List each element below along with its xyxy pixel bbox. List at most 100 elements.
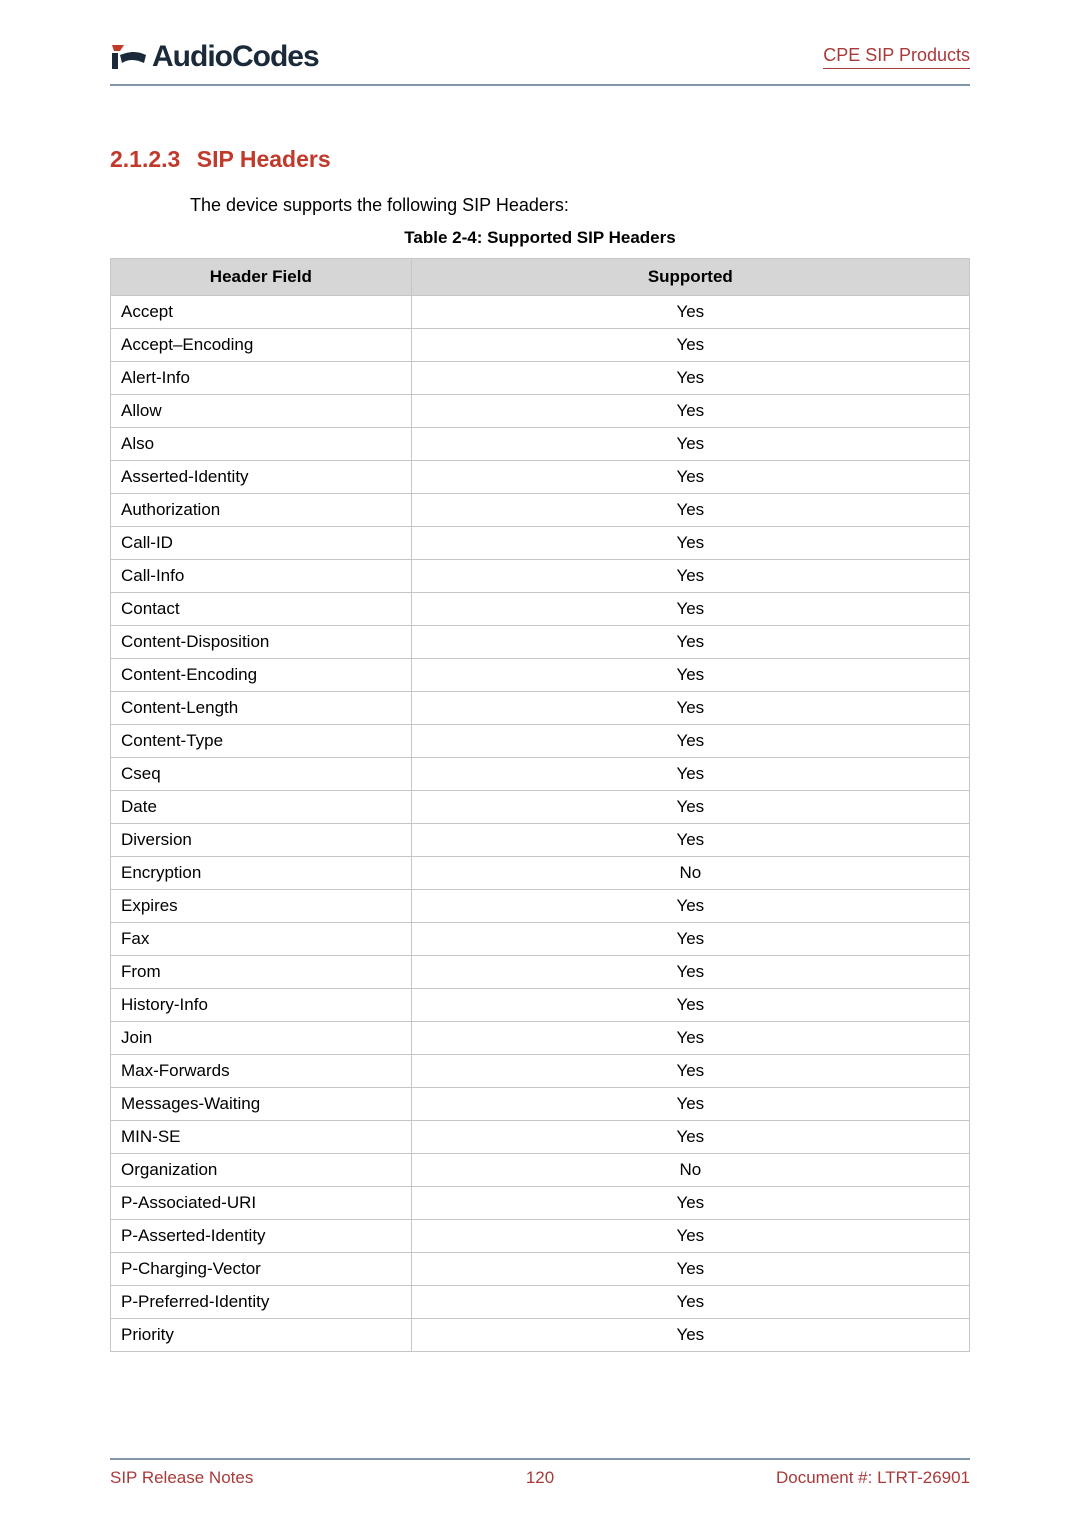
cell-header-field: Join (111, 1022, 412, 1055)
cell-supported: Yes (411, 494, 969, 527)
table-row: P-Associated-URIYes (111, 1187, 970, 1220)
table-row: Call-InfoYes (111, 560, 970, 593)
cell-header-field: Expires (111, 890, 412, 923)
section-number: 2.1.2.3 (110, 146, 180, 173)
table-row: PriorityYes (111, 1319, 970, 1352)
cell-header-field: Alert-Info (111, 362, 412, 395)
footer-left: SIP Release Notes (110, 1468, 397, 1488)
cell-supported: Yes (411, 395, 969, 428)
table-row: Alert-InfoYes (111, 362, 970, 395)
table-caption: Table 2-4: Supported SIP Headers (110, 228, 970, 248)
table-row: P-Preferred-IdentityYes (111, 1286, 970, 1319)
cell-supported: Yes (411, 1220, 969, 1253)
cell-header-field: P-Asserted-Identity (111, 1220, 412, 1253)
cell-supported: Yes (411, 659, 969, 692)
cell-header-field: Content-Length (111, 692, 412, 725)
brand-name: AudioCodes (152, 40, 319, 74)
cell-supported: Yes (411, 758, 969, 791)
table-row: Max-ForwardsYes (111, 1055, 970, 1088)
section-title: SIP Headers (197, 146, 331, 172)
col-header-field: Header Field (111, 259, 412, 296)
footer-page-number: 120 (397, 1468, 684, 1488)
cell-supported: Yes (411, 824, 969, 857)
table-row: ContactYes (111, 593, 970, 626)
table-row: P-Charging-VectorYes (111, 1253, 970, 1286)
sip-headers-table: Header Field Supported AcceptYesAccept–E… (110, 258, 970, 1352)
table-row: Content-EncodingYes (111, 659, 970, 692)
table-row: Accept–EncodingYes (111, 329, 970, 362)
audiocodes-icon (110, 41, 148, 73)
table-row: Content-DispositionYes (111, 626, 970, 659)
cell-header-field: Priority (111, 1319, 412, 1352)
table-row: History-InfoYes (111, 989, 970, 1022)
cell-header-field: Accept (111, 296, 412, 329)
table-row: Content-LengthYes (111, 692, 970, 725)
cell-header-field: From (111, 956, 412, 989)
table-row: Asserted-IdentityYes (111, 461, 970, 494)
page-header: AudioCodes CPE SIP Products (110, 40, 970, 86)
table-header-row: Header Field Supported (111, 259, 970, 296)
table-row: Call-IDYes (111, 527, 970, 560)
table-row: P-Asserted-IdentityYes (111, 1220, 970, 1253)
table-row: FaxYes (111, 923, 970, 956)
cell-header-field: Fax (111, 923, 412, 956)
cell-supported: Yes (411, 1253, 969, 1286)
cell-header-field: Contact (111, 593, 412, 626)
page: AudioCodes CPE SIP Products 2.1.2.3 SIP … (0, 0, 1080, 1528)
col-supported: Supported (411, 259, 969, 296)
table-row: MIN-SEYes (111, 1121, 970, 1154)
cell-header-field: Accept–Encoding (111, 329, 412, 362)
cell-supported: Yes (411, 1121, 969, 1154)
table-row: CseqYes (111, 758, 970, 791)
cell-header-field: Organization (111, 1154, 412, 1187)
table-row: Messages-WaitingYes (111, 1088, 970, 1121)
cell-supported: Yes (411, 1187, 969, 1220)
table-row: OrganizationNo (111, 1154, 970, 1187)
cell-supported: Yes (411, 1286, 969, 1319)
cell-header-field: History-Info (111, 989, 412, 1022)
footer-right: Document #: LTRT-26901 (683, 1468, 970, 1488)
cell-supported: Yes (411, 296, 969, 329)
table-row: EncryptionNo (111, 857, 970, 890)
cell-supported: Yes (411, 791, 969, 824)
cell-header-field: Asserted-Identity (111, 461, 412, 494)
brand-logo: AudioCodes (110, 40, 319, 74)
table-row: DiversionYes (111, 824, 970, 857)
cell-supported: Yes (411, 461, 969, 494)
cell-supported: Yes (411, 989, 969, 1022)
section-intro: The device supports the following SIP He… (190, 195, 970, 216)
cell-header-field: Content-Encoding (111, 659, 412, 692)
header-product-label: CPE SIP Products (823, 45, 970, 69)
cell-supported: Yes (411, 560, 969, 593)
cell-header-field: Messages-Waiting (111, 1088, 412, 1121)
table-row: DateYes (111, 791, 970, 824)
cell-header-field: Date (111, 791, 412, 824)
table-row: AllowYes (111, 395, 970, 428)
cell-supported: Yes (411, 1319, 969, 1352)
page-footer: SIP Release Notes 120 Document #: LTRT-2… (110, 1458, 970, 1488)
cell-header-field: Authorization (111, 494, 412, 527)
cell-header-field: Allow (111, 395, 412, 428)
cell-supported: Yes (411, 1088, 969, 1121)
cell-supported: Yes (411, 1022, 969, 1055)
cell-supported: Yes (411, 1055, 969, 1088)
cell-header-field: Max-Forwards (111, 1055, 412, 1088)
cell-header-field: P-Associated-URI (111, 1187, 412, 1220)
cell-supported: Yes (411, 923, 969, 956)
cell-supported: Yes (411, 329, 969, 362)
section-heading: 2.1.2.3 SIP Headers (110, 146, 970, 173)
cell-supported: Yes (411, 362, 969, 395)
cell-supported: Yes (411, 428, 969, 461)
table-row: ExpiresYes (111, 890, 970, 923)
cell-header-field: Also (111, 428, 412, 461)
cell-header-field: Content-Disposition (111, 626, 412, 659)
table-row: AcceptYes (111, 296, 970, 329)
cell-header-field: Content-Type (111, 725, 412, 758)
table-row: AuthorizationYes (111, 494, 970, 527)
table-row: AlsoYes (111, 428, 970, 461)
cell-header-field: MIN-SE (111, 1121, 412, 1154)
table-row: Content-TypeYes (111, 725, 970, 758)
cell-supported: No (411, 857, 969, 890)
cell-header-field: Diversion (111, 824, 412, 857)
cell-supported: Yes (411, 692, 969, 725)
